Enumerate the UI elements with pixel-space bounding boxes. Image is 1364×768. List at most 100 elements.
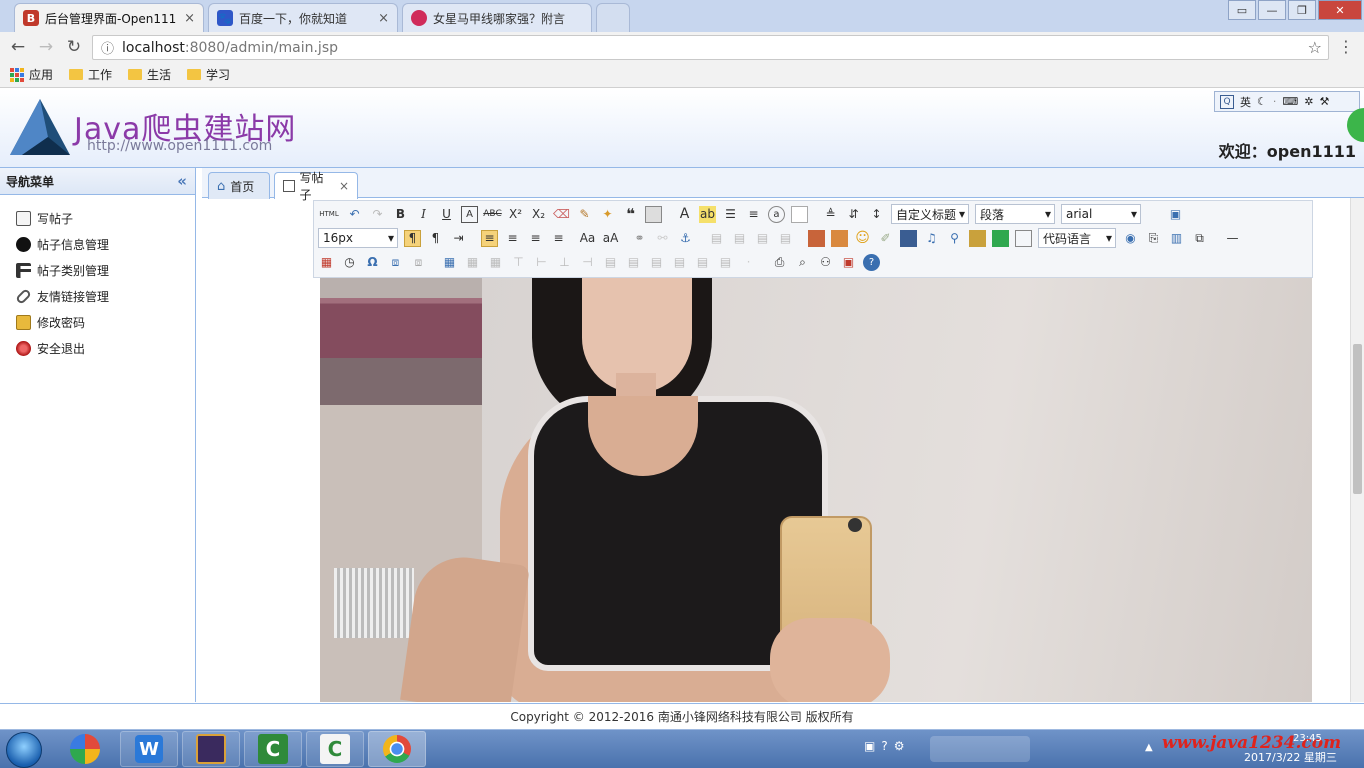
ordered-list-icon[interactable]: ☰ [722, 206, 739, 223]
maximize-window-button[interactable]: ❐ [1288, 0, 1316, 20]
keyboard-icon[interactable]: ⌨ [1282, 95, 1298, 108]
image-right-icon[interactable]: ▤ [754, 230, 771, 247]
unordered-list-icon[interactable]: ≡ [745, 206, 762, 223]
minimize-profile-icon[interactable]: ▭ [1228, 0, 1256, 20]
wps-writer-icon[interactable]: W [120, 731, 178, 767]
quote-icon[interactable]: ❝ [622, 205, 639, 223]
font-family-select[interactable]: arial ▾ [1061, 204, 1141, 224]
ltr-icon[interactable]: ¶ [404, 229, 421, 247]
align-left-icon[interactable]: ≡ [481, 229, 498, 247]
merge-right-icon[interactable]: ▤ [625, 254, 642, 271]
align-menu-icon[interactable]: ≜ [822, 206, 839, 223]
attachment-icon[interactable]: ⚲ [946, 230, 963, 247]
sidebar-item-password[interactable]: 修改密码 [16, 309, 195, 335]
forward-arrow-icon[interactable]: → [32, 37, 60, 57]
ime-toolbar[interactable]: Q 英 ☾ · ⌨ ✲ ⚒ [1214, 91, 1360, 112]
split-cells-icon[interactable]: ▤ [671, 254, 688, 271]
uppercase-icon[interactable]: Aa [579, 230, 596, 247]
html-source-icon[interactable]: HTML [318, 206, 340, 223]
delete-table-icon[interactable]: ▦ [464, 254, 481, 271]
image-none-icon[interactable]: ▤ [731, 230, 748, 247]
magic-icon[interactable]: ✦ [599, 206, 616, 223]
image-center-icon[interactable]: ▤ [777, 230, 794, 247]
align-justify-icon[interactable]: ≡ [550, 230, 567, 247]
table-caption-icon[interactable]: ▦ [487, 254, 504, 271]
music-icon[interactable]: ♫ [923, 230, 940, 247]
date-icon[interactable]: ▦ [318, 254, 335, 271]
paste-text-icon[interactable] [645, 205, 662, 223]
settings-tray-icon[interactable]: ⚙ [894, 739, 905, 753]
close-tab-icon[interactable]: × [184, 11, 195, 26]
bold-icon[interactable]: B [392, 206, 409, 223]
sidebar-item-logout[interactable]: 安全退出 [16, 335, 195, 361]
menu-dots-icon[interactable]: ⋮ [1338, 37, 1354, 56]
reload-icon[interactable]: ↻ [60, 37, 88, 57]
unlink-icon[interactable]: ⚯ [654, 230, 671, 247]
browser-tab-admin[interactable]: B 后台管理界面-Open111 × [14, 3, 204, 32]
blank-page-icon[interactable] [791, 205, 808, 223]
back-arrow-icon[interactable]: ← [4, 37, 32, 57]
bookmark-apps[interactable]: 应用 [10, 66, 53, 83]
video-icon[interactable] [900, 229, 917, 247]
minimize-window-button[interactable]: — [1258, 0, 1286, 20]
delete-row-icon[interactable]: ⊥ [556, 254, 573, 271]
sidebar-item-write-post[interactable]: 写帖子 [16, 205, 195, 231]
strikethrough-icon[interactable]: ABC [483, 206, 501, 223]
superscript-icon[interactable]: X² [507, 206, 524, 223]
eraser-icon[interactable]: ⌫ [553, 206, 570, 223]
font-color-icon[interactable]: A [676, 206, 693, 223]
settings-icon[interactable]: ✲ [1304, 95, 1313, 108]
lowercase-icon[interactable]: aA [602, 230, 619, 247]
horizontal-rule-icon[interactable]: — [1224, 230, 1241, 247]
merge-cells-icon[interactable]: ▤ [602, 254, 619, 271]
moon-icon[interactable]: ☾ [1257, 95, 1267, 108]
sidebar-item-post-manage[interactable]: 帖子信息管理 [16, 231, 195, 257]
bookmark-folder-work[interactable]: 工作 [69, 66, 112, 83]
merge-down-icon[interactable]: ▤ [648, 254, 665, 271]
tab-write-post[interactable]: 写帖子 × [274, 171, 358, 202]
rtl-icon[interactable]: ¶ [427, 230, 444, 247]
table-menu-icon[interactable]: · [740, 254, 757, 271]
link-icon[interactable]: ⚭ [631, 230, 648, 247]
auto-typeset-icon[interactable]: ⧈ [410, 254, 427, 271]
close-tab-icon[interactable]: × [339, 179, 349, 193]
app-launcher-icon[interactable] [56, 731, 114, 767]
scrawl-icon[interactable]: ✐ [877, 230, 894, 247]
at-icon[interactable]: a [768, 205, 785, 223]
search-replace-icon[interactable]: ⧈ [387, 254, 404, 271]
insert-image-icon[interactable] [808, 229, 825, 247]
paragraph-select[interactable]: 段落 ▾ [975, 204, 1055, 224]
close-tab-icon[interactable]: × [378, 11, 389, 26]
print-icon[interactable]: ⎙ [771, 254, 788, 271]
browser-tab-baidu[interactable]: 🐾 百度一下，你就知道 × [208, 3, 398, 32]
split-cols-icon[interactable]: ▤ [717, 254, 734, 271]
emoticon-icon[interactable]: ☺ [854, 230, 871, 247]
highlight-icon[interactable]: ab [699, 205, 716, 223]
split-rows-icon[interactable]: ▤ [694, 254, 711, 271]
code-language-select[interactable]: 代码语言 ▾ [1038, 228, 1116, 248]
image-left-icon[interactable]: ▤ [708, 230, 725, 247]
undo-icon[interactable]: ↶ [346, 206, 363, 223]
italic-icon[interactable]: I [415, 206, 432, 223]
chrome-icon[interactable] [368, 731, 426, 767]
help-tray-icon[interactable]: ? [881, 739, 887, 753]
align-right-icon[interactable]: ≡ [527, 230, 544, 247]
time-icon[interactable]: ◷ [341, 254, 358, 271]
multi-image-icon[interactable] [831, 229, 848, 247]
ime-language[interactable]: 英 [1240, 94, 1251, 110]
show-hidden-icons[interactable]: ▲ [1145, 742, 1153, 753]
bookmark-star-icon[interactable]: ☆ [1308, 38, 1322, 57]
insert-row-icon[interactable]: ⊤ [510, 254, 527, 271]
fullscreen-icon[interactable]: ▣ [1167, 206, 1184, 223]
new-tab-button[interactable] [596, 3, 630, 32]
subscript-icon[interactable]: X₂ [530, 206, 547, 223]
map-icon[interactable] [969, 229, 986, 247]
background-icon[interactable]: ▥ [1168, 230, 1185, 247]
tab-home[interactable]: ⌂ 首页 [208, 172, 270, 199]
format-brush-icon[interactable]: ✎ [576, 206, 593, 223]
frame-icon[interactable] [1015, 229, 1032, 247]
content-scrollbar[interactable] [1350, 198, 1364, 702]
heading-select[interactable]: 自定义标题 ▾ [891, 204, 969, 224]
drafts-icon[interactable]: ▣ [840, 254, 857, 271]
close-window-button[interactable]: ✕ [1318, 0, 1362, 20]
